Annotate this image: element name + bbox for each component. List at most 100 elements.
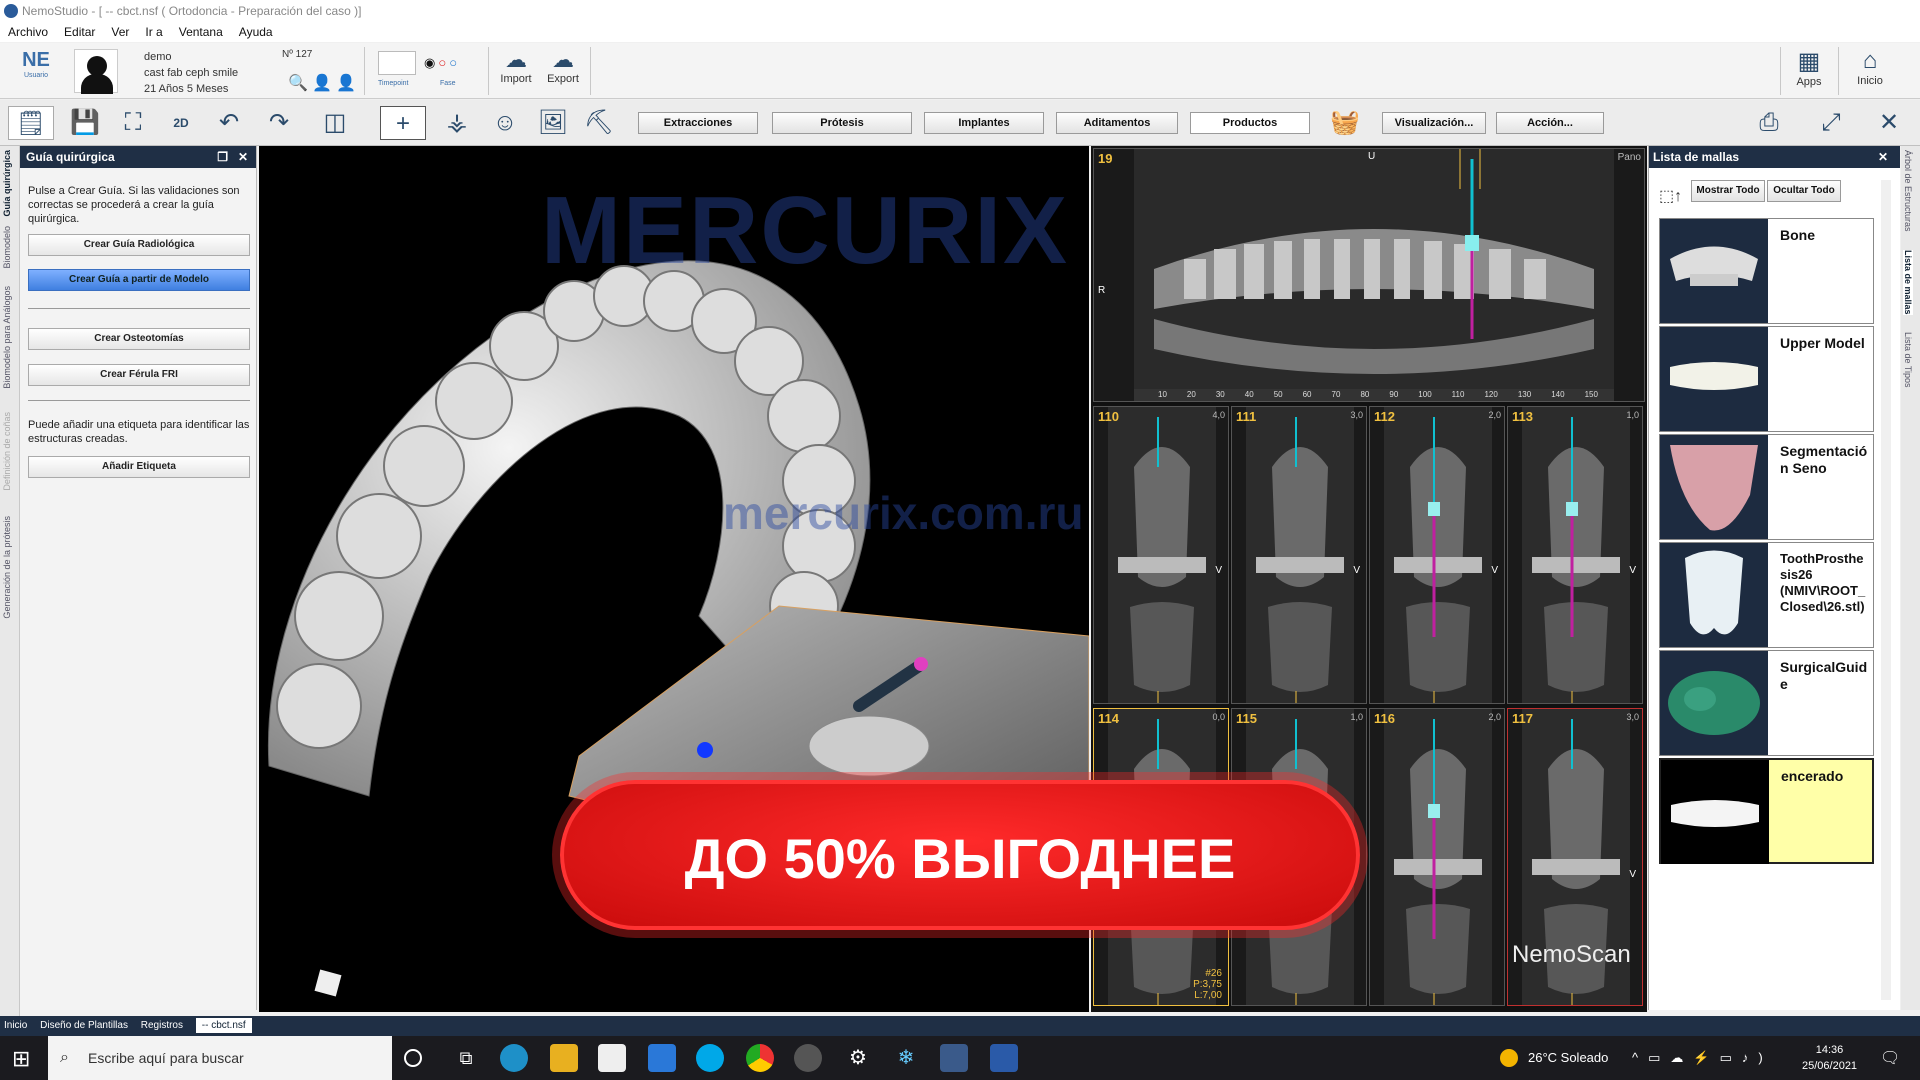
- tab-lista-tipos[interactable]: Lista de Tipos: [1903, 332, 1913, 388]
- aditamentos-button[interactable]: Aditamentos: [1056, 112, 1178, 134]
- anadir-etiqueta-button[interactable]: Añadir Etiqueta: [28, 456, 250, 478]
- mesh-item-tooth-prosthesis[interactable]: ToothProsthesis26 (NMIV\ROOT_Closed\26.s…: [1659, 542, 1874, 648]
- tab-biomodelo[interactable]: Biomodelo: [2, 226, 12, 269]
- menu-editar[interactable]: Editar: [64, 25, 95, 39]
- patient-settings-icon[interactable]: 👤: [336, 73, 356, 93]
- select-arrow-icon[interactable]: ⬚↑: [1659, 186, 1682, 206]
- menu-ir-a[interactable]: Ir a: [145, 25, 162, 39]
- clock[interactable]: 14:36 25/06/2021: [1802, 1042, 1857, 1074]
- extracciones-button[interactable]: Extracciones: [638, 112, 758, 134]
- tab-lista-mallas[interactable]: Lista de mallas: [1903, 250, 1913, 315]
- mail-icon[interactable]: [648, 1044, 676, 1072]
- word-icon[interactable]: [990, 1044, 1018, 1072]
- app-8-icon[interactable]: [794, 1044, 822, 1072]
- close-mesh-panel-icon[interactable]: ✕: [1878, 146, 1888, 168]
- weather-text[interactable]: 26°C Soleado: [1528, 1036, 1608, 1080]
- hide-all-button[interactable]: Ocultar Todo: [1767, 180, 1841, 202]
- chrome-icon[interactable]: [746, 1044, 774, 1072]
- export-button[interactable]: ☁ Export: [542, 47, 584, 95]
- home-button[interactable]: ⌂ Inicio: [1848, 47, 1892, 95]
- layout-icon[interactable]: ◫: [318, 106, 352, 140]
- view-2d-icon[interactable]: 2D: [164, 106, 198, 140]
- settings-gear-icon[interactable]: ⚙: [844, 1044, 872, 1072]
- slice-offset: 3,0: [1350, 410, 1363, 420]
- add-patient-icon[interactable]: 👤: [312, 73, 332, 93]
- crear-guia-radiologica-button[interactable]: Crear Guía Radiológica: [28, 234, 250, 256]
- notifications-icon[interactable]: 🗨: [1880, 1048, 1900, 1068]
- taskbar-search[interactable]: ⌕ Escribe aquí para buscar: [48, 1036, 392, 1080]
- tab-biomodelo-analogos[interactable]: Biomodelo para Análogos: [2, 286, 12, 389]
- fase-selector[interactable]: ◉○○: [424, 55, 460, 71]
- productos-button[interactable]: Productos: [1190, 112, 1310, 134]
- implantes-button[interactable]: Implantes: [924, 112, 1044, 134]
- ct-slice-110[interactable]: 110 4,0 V: [1093, 406, 1229, 704]
- arch-icon[interactable]: ⚶: [440, 106, 474, 140]
- mesh-scrollbar[interactable]: [1881, 180, 1891, 1000]
- mesh-item-bone[interactable]: Bone: [1659, 218, 1874, 324]
- checklist-icon[interactable]: 🗒: [8, 106, 54, 140]
- crear-osteotomias-button[interactable]: Crear Osteotomías: [28, 328, 250, 350]
- nemostudio-taskbar-icon[interactable]: [940, 1044, 968, 1072]
- image-icon[interactable]: 🖼: [536, 106, 570, 140]
- basket-icon[interactable]: 🧺: [1328, 106, 1362, 140]
- patient-info: demo cast fab ceph smile 21 Años 5 Meses: [144, 49, 238, 97]
- show-all-button[interactable]: Mostrar Todo: [1691, 180, 1765, 202]
- timepoint-box[interactable]: [378, 51, 416, 75]
- tab-generacion-protesis[interactable]: Generación de la prótesis: [2, 516, 12, 619]
- search-patient-icon[interactable]: 🔍: [288, 73, 308, 93]
- protesis-button[interactable]: Prótesis: [772, 112, 912, 134]
- tab-cbct-file[interactable]: -- cbct.nsf: [195, 1018, 252, 1033]
- task-view-icon[interactable]: ⧉: [452, 1044, 480, 1072]
- mesh-item-segmentacion-seno[interactable]: Segmentación Seno: [1659, 434, 1874, 540]
- menu-archivo[interactable]: Archivo: [8, 25, 48, 39]
- menu-ayuda[interactable]: Ayuda: [239, 25, 273, 39]
- tab-arbol-estructuras[interactable]: Árbol de Estructuras: [1903, 150, 1913, 232]
- snowflake-app-icon[interactable]: ❄: [892, 1044, 920, 1072]
- fit-view-icon[interactable]: ⛶: [116, 106, 150, 140]
- mesh-item-encerado[interactable]: encerado: [1659, 758, 1874, 864]
- tab-inicio[interactable]: Inicio: [4, 1020, 27, 1031]
- accion-button[interactable]: Acción...: [1496, 112, 1604, 134]
- tooth-tool-icon[interactable]: ⛏: [582, 106, 616, 140]
- close-panel-icon[interactable]: ✕: [238, 146, 248, 168]
- windows-start-icon[interactable]: ⊞: [12, 1046, 30, 1072]
- tab-diseno-plantillas[interactable]: Diseño de Plantillas: [40, 1020, 128, 1031]
- menu-ver[interactable]: Ver: [111, 25, 129, 39]
- ct-slice-116[interactable]: 116 2,0: [1369, 708, 1505, 1006]
- menu-ventana[interactable]: Ventana: [179, 25, 223, 39]
- weather-sun-icon[interactable]: [1500, 1049, 1518, 1067]
- tab-guia-quirurgica[interactable]: Guía quirúrgica: [2, 150, 12, 217]
- file-explorer-icon[interactable]: [550, 1044, 578, 1072]
- undo-icon[interactable]: ↶: [212, 106, 246, 140]
- import-button[interactable]: ☁ Import: [496, 47, 536, 95]
- mesh-item-upper-model[interactable]: Upper Model: [1659, 326, 1874, 432]
- crosshair-icon[interactable]: +: [380, 106, 426, 140]
- edge-icon[interactable]: [500, 1044, 528, 1072]
- ct-slice-111[interactable]: 111 3,0 V: [1231, 406, 1367, 704]
- apps-button[interactable]: ▦ Apps: [1788, 47, 1830, 95]
- store-icon[interactable]: [598, 1044, 626, 1072]
- system-tray-icons[interactable]: ^▭☁⚡▭♪): [1632, 1036, 1773, 1080]
- ct-slice-112[interactable]: 112 2,0 V: [1369, 406, 1505, 704]
- patient-photo[interactable]: [74, 49, 118, 94]
- redo-icon[interactable]: ↷: [262, 106, 296, 140]
- visualizacion-button[interactable]: Visualización...: [1382, 112, 1486, 134]
- save-icon[interactable]: 💾: [68, 106, 102, 140]
- scanner-icon[interactable]: ⎙: [1752, 106, 1786, 140]
- crear-guia-modelo-button[interactable]: Crear Guía a partir de Modelo: [28, 269, 250, 291]
- maximize-icon[interactable]: ⤢: [1814, 106, 1848, 140]
- panoramic-view[interactable]: 19 Pano U R 10 20 30 40 50 60 70 80 90 100 110 120 1…: [1093, 148, 1645, 402]
- face-icon[interactable]: ☺: [488, 106, 522, 140]
- cortana-icon[interactable]: [404, 1049, 422, 1067]
- ct-slice-117[interactable]: 117 3,0 V NemoScan: [1507, 708, 1643, 1006]
- user-logo[interactable]: NE Usuario: [10, 49, 62, 95]
- mesh-item-surgical-guide[interactable]: SurgicalGuide: [1659, 650, 1874, 756]
- close-icon[interactable]: ✕: [1872, 106, 1906, 140]
- tab-registros[interactable]: Registros: [141, 1020, 183, 1031]
- ct-slice-113[interactable]: 113 1,0 V: [1507, 406, 1643, 704]
- undock-icon[interactable]: ❐: [217, 146, 228, 168]
- skype-icon[interactable]: [696, 1044, 724, 1072]
- crear-ferula-button[interactable]: Crear Férula FRI: [28, 364, 250, 386]
- windows-taskbar: ⊞ ⌕ Escribe aquí para buscar ⧉ ⚙ ❄ 26°C …: [0, 1036, 1920, 1080]
- tab-definicion[interactable]: Definición de coñas: [2, 412, 12, 491]
